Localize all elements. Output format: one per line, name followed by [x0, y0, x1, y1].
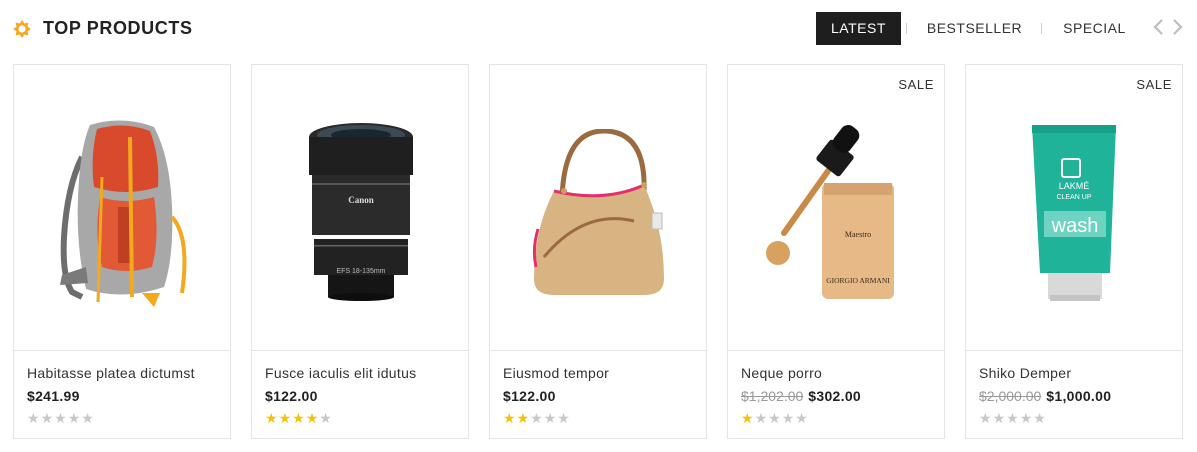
product-name[interactable]: Shiko Demper: [979, 365, 1174, 381]
product-card[interactable]: Habitasse platea dictumst $241.99 ★★★★★: [13, 64, 231, 439]
star-empty-icon: ★: [54, 410, 68, 426]
star-empty-icon: ★: [768, 410, 782, 426]
star-empty-icon: ★: [40, 410, 55, 426]
section-header: TOP PRODUCTS LATEST BESTSELLER SPECIAL: [0, 0, 1197, 56]
star-empty-icon: ★: [81, 410, 95, 426]
card-divider: [966, 350, 1182, 351]
product-name[interactable]: Habitasse platea dictumst: [27, 365, 222, 381]
product-prices: $1,202.00 $302.00: [741, 388, 936, 404]
carousel-nav: [1152, 18, 1184, 36]
tab-special[interactable]: SPECIAL: [1042, 12, 1126, 45]
product-price: $302.00: [808, 388, 862, 404]
star-empty-icon: ★: [979, 410, 993, 426]
product-prices: $122.00: [503, 388, 698, 404]
product-image-lens[interactable]: Canon EFS 18-135mm: [252, 65, 468, 350]
badge-star-icon: [13, 19, 31, 38]
tab-latest[interactable]: LATEST: [816, 12, 901, 45]
star-empty-icon: ★: [1033, 410, 1047, 426]
star-empty-icon: ★: [781, 410, 796, 426]
lens-brand-text: Canon: [348, 195, 374, 205]
product-price: $1,000.00: [1046, 388, 1112, 404]
product-prices: $241.99: [27, 388, 222, 404]
product-card[interactable]: SALE LAKMÉ CLEAN UP wash Shiko Demper $2…: [965, 64, 1183, 439]
star-empty-icon: ★: [557, 410, 571, 426]
card-divider: [252, 350, 468, 351]
star-filled-icon: ★: [503, 410, 517, 426]
star-empty-icon: ★: [754, 410, 769, 426]
tab-bestseller[interactable]: BESTSELLER: [907, 12, 1041, 45]
foundation-brand-text: Maestro: [845, 230, 871, 239]
card-divider: [728, 350, 944, 351]
star-filled-icon: ★: [305, 410, 320, 426]
star-filled-icon: ★: [741, 410, 755, 426]
product-name[interactable]: Fusce iaculis elit idutus: [265, 365, 460, 381]
chevron-left-icon[interactable]: [1152, 18, 1165, 36]
foundation-image: Maestro GIORGIO ARMANI: [766, 125, 894, 299]
star-filled-icon: ★: [278, 410, 293, 426]
facewash-word-text: wash: [1051, 215, 1099, 237]
star-empty-icon: ★: [543, 410, 558, 426]
star-empty-icon: ★: [1019, 410, 1034, 426]
facewash-tube-image: LAKMÉ CLEAN UP wash: [1032, 125, 1116, 301]
backpack-image: [60, 120, 187, 307]
product-info: Neque porro $1,202.00 $302.00 ★★★★★: [741, 365, 936, 427]
star-empty-icon: ★: [319, 410, 333, 426]
star-filled-icon: ★: [516, 410, 531, 426]
star-filled-icon: ★: [265, 410, 279, 426]
star-empty-icon: ★: [530, 410, 544, 426]
section-title-group: TOP PRODUCTS: [13, 18, 193, 39]
lens-model-text: EFS 18-135mm: [336, 268, 385, 275]
foundation-maker-text: GIORGIO ARMANI: [826, 276, 890, 285]
card-divider: [14, 350, 230, 351]
product-tabs: LATEST BESTSELLER SPECIAL: [816, 12, 1126, 45]
section-title: TOP PRODUCTS: [43, 18, 193, 38]
product-price: $122.00: [265, 388, 318, 404]
star-empty-icon: ★: [795, 410, 809, 426]
star-empty-icon: ★: [1006, 410, 1020, 426]
facewash-brand-text: LAKMÉ: [1059, 181, 1090, 191]
facewash-line-text: CLEAN UP: [1056, 194, 1091, 201]
star-empty-icon: ★: [67, 410, 82, 426]
product-card[interactable]: SALE Maestro GIORGIO ARMANI Neque porro …: [727, 64, 945, 439]
star-rating: ★★★★★: [741, 410, 936, 427]
product-prices: $122.00: [265, 388, 460, 404]
star-rating: ★★★★★: [503, 410, 698, 427]
product-info: Eiusmod tempor $122.00 ★★★★★: [503, 365, 698, 427]
chevron-right-icon[interactable]: [1171, 18, 1184, 36]
product-card[interactable]: Canon EFS 18-135mm Fusce iaculis elit id…: [251, 64, 469, 439]
handbag-image: [532, 129, 664, 295]
product-prices: $2,000.00 $1,000.00: [979, 388, 1174, 404]
star-empty-icon: ★: [27, 410, 41, 426]
star-rating: ★★★★★: [979, 410, 1174, 427]
camera-lens-image: Canon EFS 18-135mm: [309, 123, 413, 301]
product-old-price: $1,202.00: [741, 388, 804, 404]
star-empty-icon: ★: [992, 410, 1007, 426]
product-info: Habitasse platea dictumst $241.99 ★★★★★: [27, 365, 222, 427]
product-image-foundation[interactable]: Maestro GIORGIO ARMANI: [728, 65, 944, 350]
star-filled-icon: ★: [292, 410, 306, 426]
product-image-handbag[interactable]: [490, 65, 706, 350]
product-info: Shiko Demper $2,000.00 $1,000.00 ★★★★★: [979, 365, 1174, 427]
product-name[interactable]: Neque porro: [741, 365, 936, 381]
card-divider: [490, 350, 706, 351]
star-rating: ★★★★★: [265, 410, 460, 427]
product-price: $241.99: [27, 388, 80, 404]
product-image-backpack[interactable]: [14, 65, 230, 350]
product-image-facewash[interactable]: LAKMÉ CLEAN UP wash: [966, 65, 1182, 350]
star-rating: ★★★★★: [27, 410, 222, 427]
product-price: $122.00: [503, 388, 556, 404]
product-card[interactable]: Eiusmod tempor $122.00 ★★★★★: [489, 64, 707, 439]
product-name[interactable]: Eiusmod tempor: [503, 365, 698, 381]
product-info: Fusce iaculis elit idutus $122.00 ★★★★★: [265, 365, 460, 427]
product-old-price: $2,000.00: [979, 388, 1042, 404]
